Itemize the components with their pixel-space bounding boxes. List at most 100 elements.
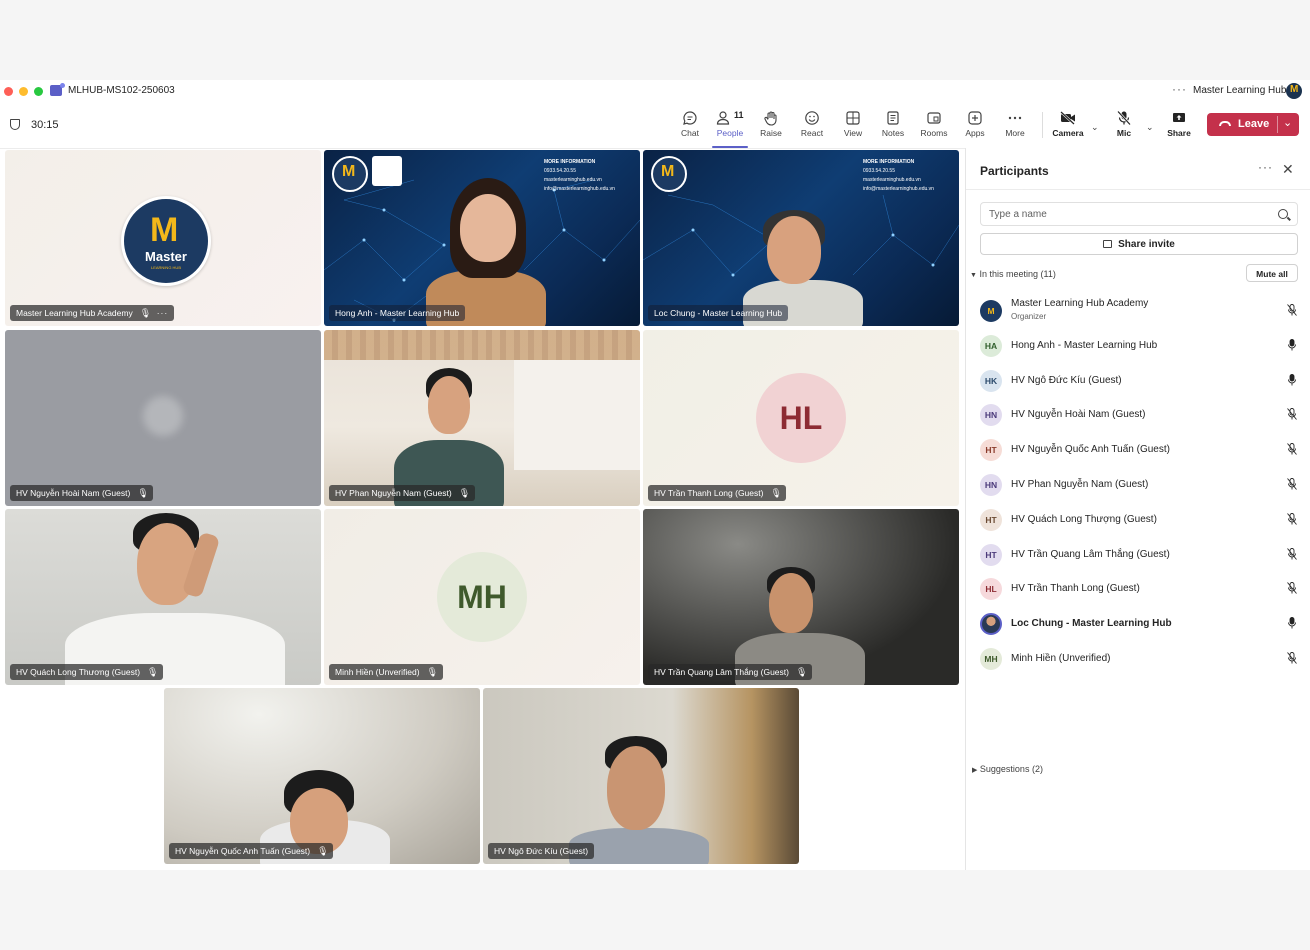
share-icon <box>1103 240 1113 248</box>
participant-name: Master Learning Hub Academy <box>1011 298 1149 309</box>
minimize-window-button[interactable] <box>19 87 28 96</box>
video-tile[interactable]: HV Ngô Đức Kíu (Guest) <box>483 688 799 864</box>
participant-row[interactable]: M Master Learning Hub Academy Organizer <box>980 296 1298 326</box>
participant-name: Hong Anh - Master Learning Hub <box>1011 339 1158 351</box>
suggestions-header[interactable]: ▶ Suggestions (2) <box>972 764 1043 774</box>
person-face <box>607 746 665 830</box>
participant-initials: MH <box>437 552 527 642</box>
organization-name[interactable]: Master Learning Hub <box>1193 85 1286 96</box>
participant-row[interactable]: HL HV Trần Thanh Long (Guest) <box>980 574 1298 604</box>
mic-muted-icon: 🎙︎ <box>458 488 471 498</box>
participant-nametag: HV Trần Quang Lâm Thắng (Guest) 🎙︎ <box>648 664 812 680</box>
mute-all-button[interactable]: Mute all <box>1246 264 1298 282</box>
participant-name: HV Quách Long Thương (Guest) <box>16 667 141 677</box>
react-button[interactable]: React <box>792 108 832 146</box>
wood-ceiling <box>324 330 640 360</box>
close-window-button[interactable] <box>4 87 13 96</box>
leave-options-chevron-icon[interactable]: ⌄ <box>1283 116 1292 129</box>
video-tile[interactable]: M MORE INFORMATION 0933.54.20.55 masterl… <box>643 150 959 326</box>
more-button[interactable]: More <box>995 108 1035 146</box>
rooms-button[interactable]: Rooms <box>914 108 954 146</box>
avatar: HA <box>980 334 1002 357</box>
person-face <box>460 194 516 262</box>
share-invite-button[interactable]: Share invite <box>980 233 1298 255</box>
video-tile[interactable]: HV Phan Nguyễn Nam (Guest) 🎙︎ <box>324 330 640 506</box>
panel-divider <box>966 189 1310 190</box>
raise-label: Raise <box>760 128 782 138</box>
react-label: React <box>800 128 824 138</box>
participant-nametag: Master Learning Hub Academy 🎙︎ ··· <box>10 305 175 321</box>
mic-icon[interactable] <box>1287 338 1297 351</box>
leave-button[interactable]: Leave ⌄ <box>1207 113 1299 136</box>
mic-muted-icon[interactable] <box>1287 547 1297 560</box>
view-label: View <box>843 128 863 138</box>
participant-row[interactable]: HA Hong Anh - Master Learning Hub <box>980 331 1298 361</box>
video-tile[interactable]: HV Nguyễn Hoài Nam (Guest) 🎙︎ <box>5 330 321 506</box>
zoom-window-button[interactable] <box>34 87 43 96</box>
search-input[interactable] <box>980 202 1298 226</box>
logo-mark: M <box>150 211 179 249</box>
mic-muted-icon[interactable] <box>1287 408 1297 421</box>
video-tile[interactable]: HV Trần Quang Lâm Thắng (Guest) 🎙︎ <box>643 509 959 685</box>
camera-button[interactable]: Camera <box>1048 108 1088 146</box>
participant-row[interactable]: MH Minh Hiền (Unverified) <box>980 644 1298 674</box>
notes-icon <box>887 111 899 125</box>
close-icon[interactable]: ✕ <box>1282 161 1294 178</box>
slide-logo-mark: M <box>342 163 356 180</box>
chat-label: Chat <box>681 128 699 138</box>
camera-options-chevron-icon[interactable]: ⌄ <box>1091 122 1099 132</box>
mic-muted-icon[interactable] <box>1287 478 1297 490</box>
participant-row[interactable]: HN HV Phan Nguyễn Nam (Guest) <box>980 470 1298 500</box>
rooms-label: Rooms <box>920 128 948 138</box>
org-avatar-letter: M <box>1290 84 1299 95</box>
participant-row[interactable]: HN HV Nguyễn Hoài Nam (Guest) <box>980 400 1298 430</box>
participant-initials: HL <box>756 373 846 463</box>
mic-options-chevron-icon[interactable]: ⌄ <box>1146 122 1154 132</box>
mic-icon[interactable] <box>1287 617 1297 629</box>
participant-row[interactable]: HT HV Quách Long Thượng (Guest) <box>980 505 1298 535</box>
mic-icon[interactable] <box>1287 373 1297 386</box>
search-icon[interactable] <box>1278 209 1288 219</box>
mic-muted-icon: 🎙︎ <box>139 308 152 318</box>
mic-muted-icon[interactable] <box>1287 443 1297 455</box>
apps-button[interactable]: Apps <box>955 108 995 146</box>
video-tile[interactable]: HL HV Trần Thanh Long (Guest) 🎙︎ <box>643 330 959 506</box>
video-tile[interactable]: HV Nguyễn Quốc Anh Tuấn (Guest) 🎙︎ <box>164 688 480 864</box>
participant-name: HV Trần Thanh Long (Guest) <box>1011 583 1140 595</box>
video-tile[interactable]: MH Minh Hiền (Unverified) 🎙︎ <box>324 509 640 685</box>
video-tile[interactable]: HV Quách Long Thương (Guest) 🎙︎ <box>5 509 321 685</box>
tile-more-icon[interactable]: ··· <box>157 308 169 318</box>
mic-muted-icon[interactable] <box>1287 582 1297 595</box>
participant-row[interactable]: Loc Chung - Master Learning Hub <box>980 609 1298 639</box>
video-tile[interactable]: M MORE INFORMATION 0933.54.20.55 masterl… <box>324 150 640 326</box>
org-avatar[interactable]: M <box>1286 83 1302 99</box>
participant-row[interactable]: HK HV Ngô Đức Kíu (Guest) <box>980 366 1298 396</box>
avatar: HT <box>980 508 1002 531</box>
in-meeting-header[interactable]: ▼ In this meeting (11) <box>970 269 1056 279</box>
video-tile[interactable]: M Master LEARNING HUB Master Learning Hu… <box>5 150 321 326</box>
participant-row[interactable]: HT HV Trần Quang Lâm Thắng (Guest) <box>980 540 1298 570</box>
share-invite-label: Share invite <box>1118 239 1175 250</box>
notes-button[interactable]: Notes <box>873 108 913 146</box>
share-button[interactable]: Share <box>1159 108 1199 146</box>
mic-button[interactable]: Mic <box>1104 108 1144 146</box>
mic-muted-icon[interactable] <box>1287 512 1297 525</box>
apps-label: Apps <box>965 128 985 138</box>
people-button[interactable]: 11 People <box>710 108 750 148</box>
avatar: HL <box>980 578 1002 601</box>
participant-role: Organizer <box>1011 312 1047 321</box>
mic-muted-icon[interactable] <box>1287 652 1297 664</box>
participant-row[interactable]: HT HV Nguyễn Quốc Anh Tuấn (Guest) <box>980 435 1298 465</box>
more-options-icon[interactable]: ··· <box>1172 82 1187 96</box>
raise-hand-button[interactable]: Raise <box>751 108 791 146</box>
chat-button[interactable]: Chat <box>670 108 710 146</box>
slide-email: info@masterlearninghub.edu.vn <box>544 186 615 192</box>
slide-info: MORE INFORMATION 0933.54.20.55 masterlea… <box>863 158 951 194</box>
participant-name: HV Nguyễn Hoài Nam (Guest) <box>1011 409 1146 421</box>
slide-web: masterlearninghub.edu.vn <box>863 177 921 183</box>
mic-muted-icon[interactable] <box>1287 304 1297 316</box>
slide-logo-mark: M <box>661 163 675 180</box>
participant-nametag: HV Nguyễn Hoài Nam (Guest) 🎙︎ <box>10 485 154 501</box>
panel-more-icon[interactable]: ··· <box>1258 160 1273 174</box>
view-button[interactable]: View <box>833 108 873 146</box>
